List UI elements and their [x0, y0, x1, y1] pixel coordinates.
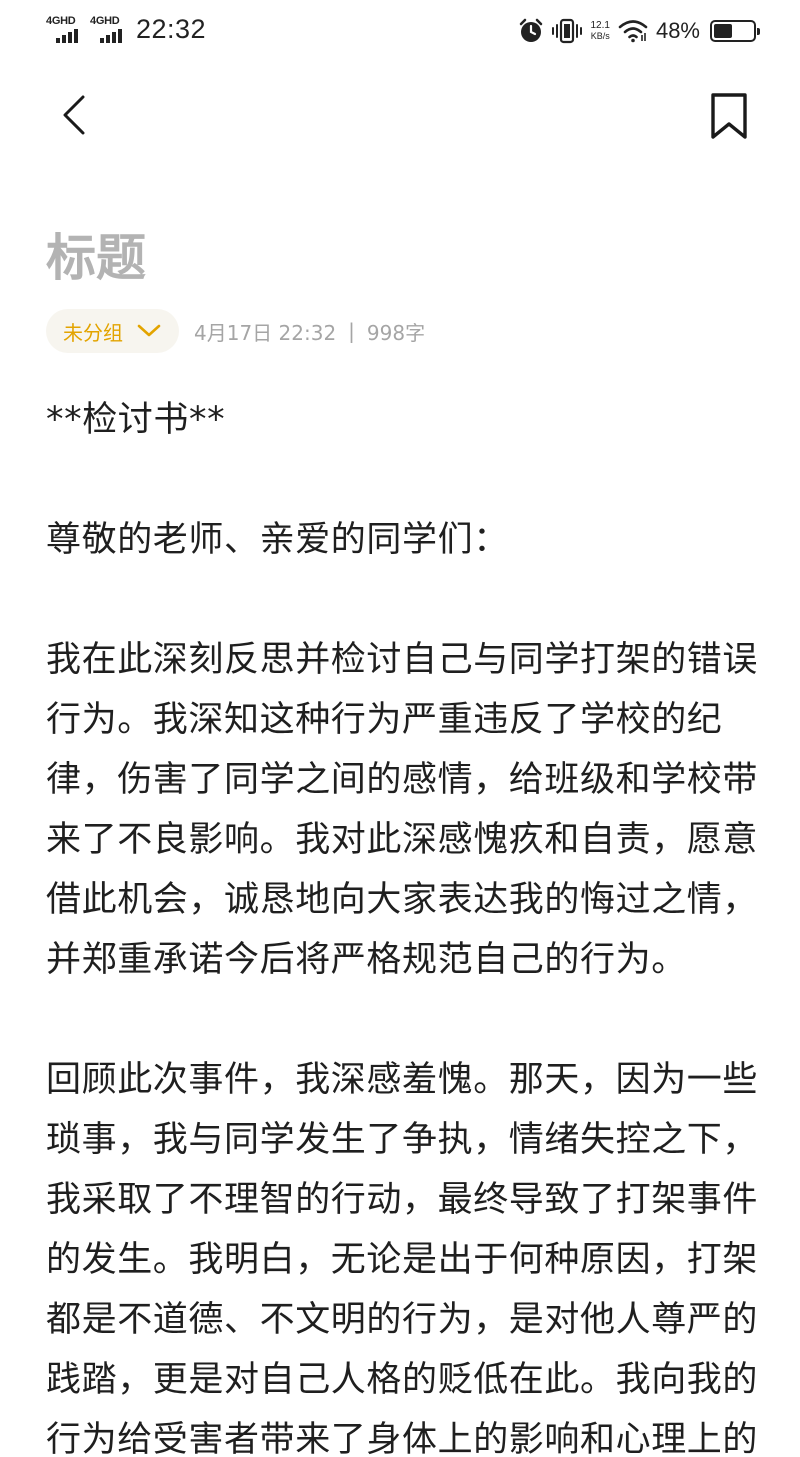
status-left: 4GHD 4GHD 22:32 [46, 14, 206, 45]
battery-tip [757, 28, 760, 35]
note-body[interactable]: **检讨书** 尊敬的老师、亲爱的同学们： 我在此深刻反思并检讨自己与同学打架的… [46, 390, 766, 1457]
signal-2-bars-icon [100, 28, 122, 43]
note-editor-screen: 4GHD 4GHD 22:32 12.1 KB/s 48% 标题 未分组 4月1… [0, 0, 800, 1457]
battery-percent: 48% [655, 18, 700, 43]
wifi-icon [618, 19, 648, 43]
status-bar: 4GHD 4GHD 22:32 12.1 KB/s 48% [0, 0, 800, 62]
meta-separator: | [348, 319, 355, 343]
bookmark-button[interactable] [704, 90, 754, 142]
group-selector-chip[interactable]: 未分组 [46, 309, 179, 353]
signal-1: 4GHD [46, 15, 86, 45]
battery-level-fill [714, 24, 733, 38]
signal-2-label: 4GHD [90, 14, 120, 27]
chevron-down-icon [137, 324, 161, 338]
chevron-left-icon [63, 95, 85, 135]
back-button[interactable] [52, 90, 96, 140]
note-meta: 未分组 4月17日 22:32 | 998字 [46, 309, 425, 353]
paragraph-body: 回顾此次事件，我深感羞愧。那天，因为一些琐事，我与同学发生了争执，情绪失控之下，… [46, 1060, 759, 1457]
group-label: 未分组 [63, 320, 123, 345]
net-speed-unit: KB/s [590, 31, 610, 41]
note-date: 4月17日 22:32 [194, 320, 337, 345]
paragraph-salutation: 尊敬的老师、亲爱的同学们： [46, 520, 509, 560]
signal-1-label: 4GHD [46, 14, 76, 27]
note-title[interactable]: 标题 [46, 222, 146, 294]
word-count: 998字 [366, 320, 426, 345]
paragraph-heading: **检讨书** [46, 400, 226, 440]
net-speed-value: 12.1 [590, 20, 610, 31]
vibrate-icon [552, 18, 583, 44]
net-speed: 12.1 KB/s [590, 20, 610, 42]
alarm-icon [518, 18, 544, 44]
status-right: 12.1 KB/s 48% [518, 14, 760, 48]
signal-1-bars-icon [56, 28, 78, 43]
paragraph-body: 我在此深刻反思并检讨自己与同学打架的错误行为。我深知这种行为严重违反了学校的纪律… [46, 640, 759, 980]
bookmark-icon [711, 93, 747, 139]
battery-icon [710, 20, 760, 42]
status-time: 22:32 [136, 14, 207, 44]
signal-2: 4GHD [90, 15, 130, 45]
note-info: 4月17日 22:32 | 998字 [194, 317, 425, 346]
